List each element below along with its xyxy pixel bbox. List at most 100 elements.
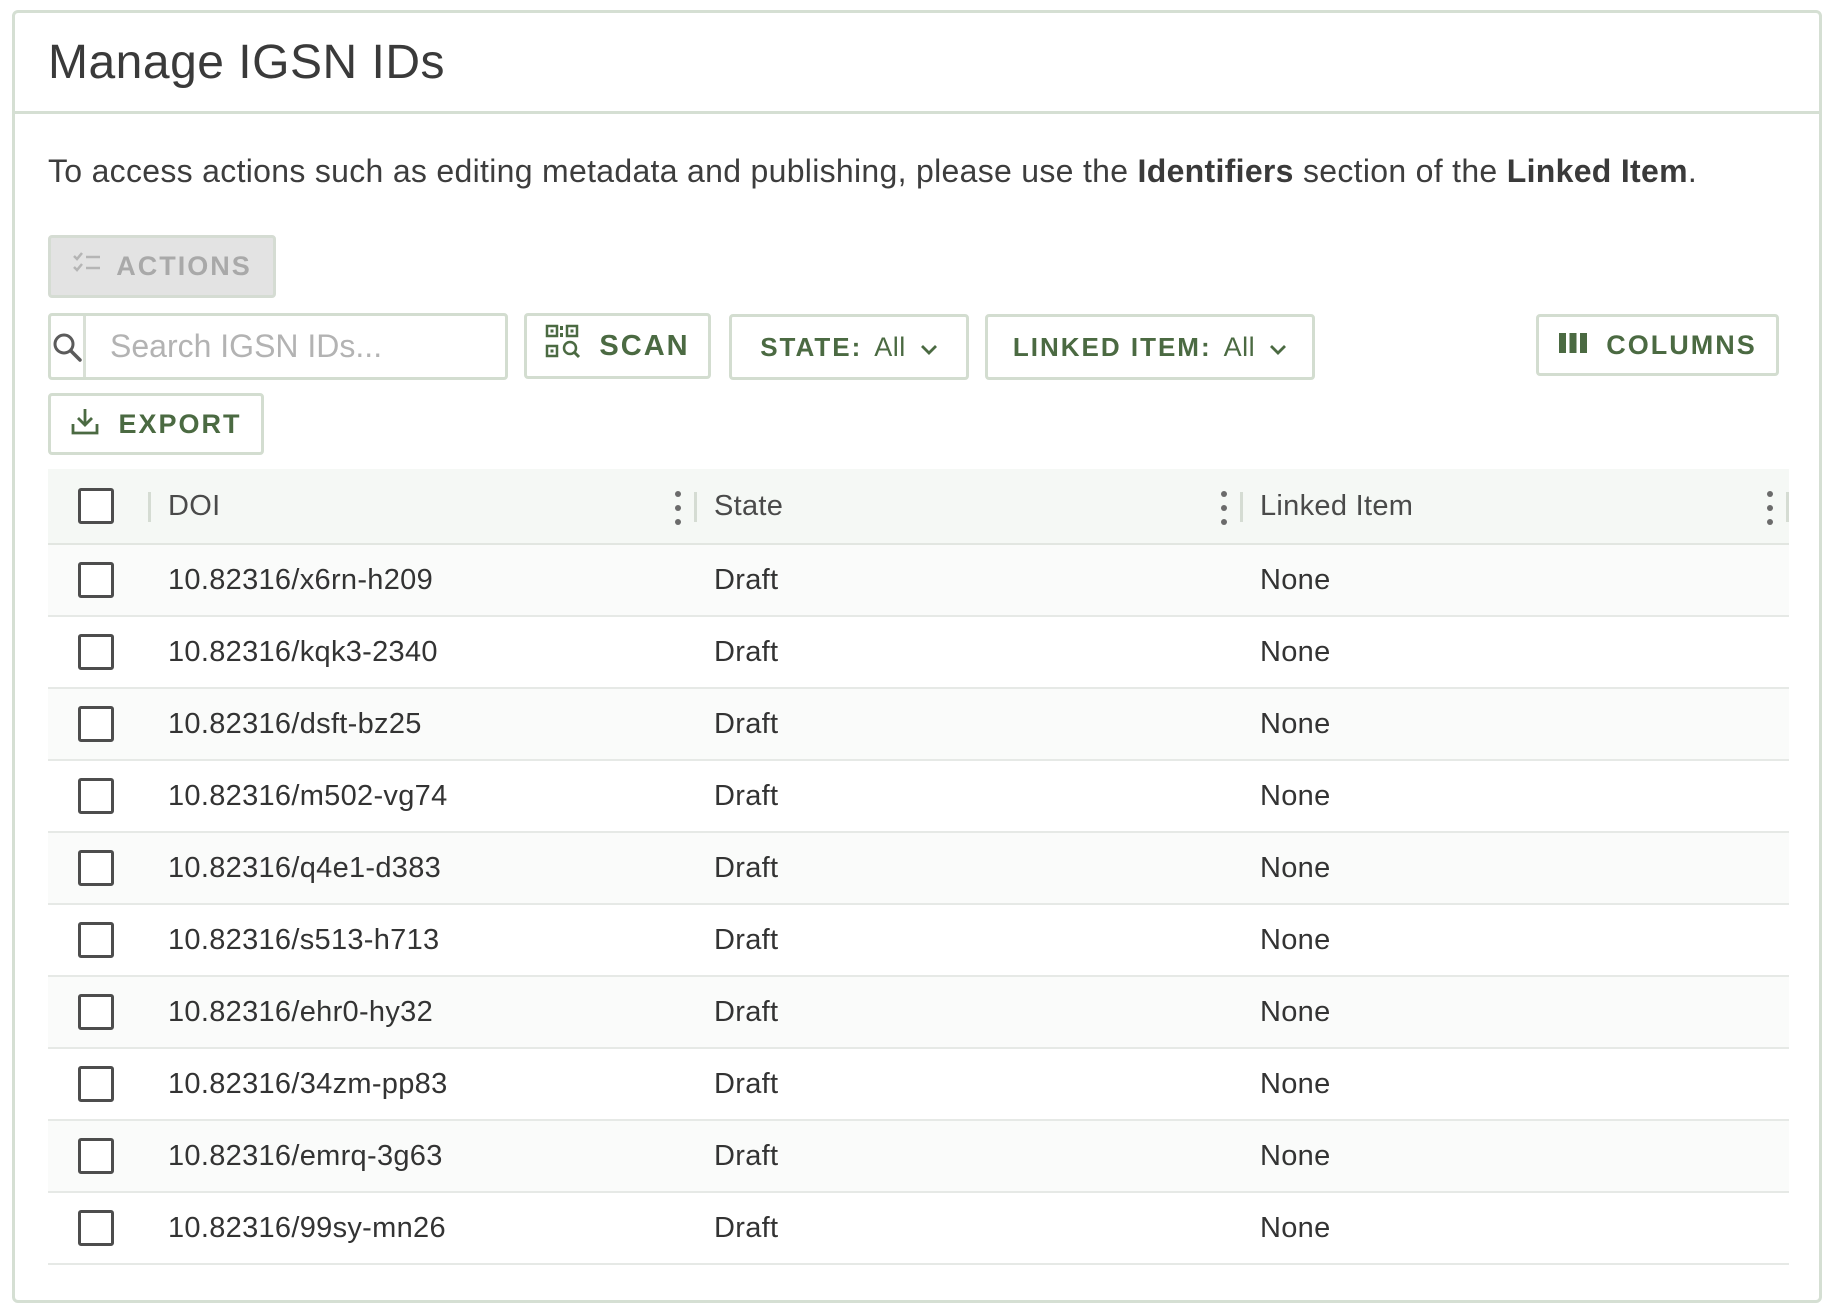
info-suffix: .: [1687, 153, 1698, 189]
info-identifiers: Identifiers: [1137, 153, 1294, 189]
state-filter-button[interactable]: State: All: [729, 314, 969, 380]
linked-item-cell: None: [1260, 851, 1331, 884]
grid-body: 10.82316/x6rn-h209 Draft None 10.82316/kqk3…: [48, 545, 1789, 1265]
row-select-cell: [78, 545, 116, 615]
table-row[interactable]: 10.82316/x6rn-h209 Draft None: [48, 545, 1789, 617]
table-row[interactable]: 10.82316/s513-h713 Draft None: [48, 905, 1789, 977]
row-checkbox[interactable]: [78, 1138, 114, 1174]
row-select-cell: [78, 1193, 116, 1263]
info-middle: section of the: [1293, 153, 1507, 189]
scan-button[interactable]: Scan: [524, 313, 711, 379]
linked-item-filter-label: Linked Item:: [1012, 331, 1212, 362]
table-row[interactable]: 10.82316/99sy-mn26 Draft None: [48, 1193, 1789, 1265]
igsn-panel: Manage IGSN IDs To access actions such a…: [12, 10, 1822, 1303]
info-text: To access actions such as editing metada…: [48, 153, 1697, 190]
linked-item-cell: None: [1260, 779, 1331, 812]
row-checkbox[interactable]: [78, 850, 114, 886]
linked-item-cell: None: [1260, 707, 1331, 740]
row-checkbox[interactable]: [78, 634, 114, 670]
state-cell: Draft: [714, 635, 779, 668]
linked-item-cell: None: [1260, 563, 1331, 596]
actions-button[interactable]: Actions: [48, 235, 276, 298]
state-cell: Draft: [714, 1211, 779, 1244]
linked-item-cell: None: [1260, 1067, 1331, 1100]
state-cell: Draft: [714, 707, 779, 740]
column-separator[interactable]: [1786, 492, 1789, 522]
doi-cell: 10.82316/kqk3-2340: [168, 635, 438, 668]
columns-label: Columns: [1606, 329, 1757, 360]
column-header-state[interactable]: State: [714, 469, 783, 543]
linked-item-cell: None: [1260, 923, 1331, 956]
state-cell: Draft: [714, 1067, 779, 1100]
state-cell: Draft: [714, 995, 779, 1028]
kebab-menu-icon[interactable]: [1760, 491, 1780, 525]
doi-cell: 10.82316/q4e1-d383: [168, 851, 442, 884]
scan-label: Scan: [599, 329, 690, 362]
row-select-cell: [78, 833, 116, 903]
doi-cell: 10.82316/m502-vg74: [168, 779, 448, 812]
table-row[interactable]: 10.82316/dsft-bz25 Draft None: [48, 689, 1789, 761]
chevron-down-icon: [920, 332, 938, 363]
state-filter-value: All: [874, 331, 906, 362]
column-separator[interactable]: [148, 492, 151, 522]
table-row[interactable]: 10.82316/ehr0-hy32 Draft None: [48, 977, 1789, 1049]
row-checkbox[interactable]: [78, 706, 114, 742]
row-select-cell: [78, 761, 116, 831]
page-title: Manage IGSN IDs: [48, 35, 445, 89]
state-cell: Draft: [714, 1139, 779, 1172]
search-icon: [51, 316, 86, 377]
chevron-down-icon: [1269, 332, 1287, 363]
info-linked-item: Linked Item: [1506, 153, 1688, 189]
panel-header: Manage IGSN IDs: [15, 13, 1819, 114]
column-separator[interactable]: [694, 492, 697, 522]
actions-label: Actions: [116, 251, 252, 281]
export-button[interactable]: Export: [48, 393, 264, 455]
column-separator[interactable]: [1240, 492, 1243, 522]
doi-cell: 10.82316/x6rn-h209: [168, 563, 433, 596]
linked-item-cell: None: [1260, 635, 1331, 668]
state-cell: Draft: [714, 923, 779, 956]
table-row[interactable]: 10.82316/m502-vg74 Draft None: [48, 761, 1789, 833]
linked-item-cell: None: [1260, 995, 1331, 1028]
kebab-menu-icon[interactable]: [1214, 491, 1234, 525]
doi-cell: 10.82316/dsft-bz25: [168, 707, 422, 740]
doi-cell: 10.82316/ehr0-hy32: [168, 995, 433, 1028]
row-checkbox[interactable]: [78, 562, 114, 598]
table-row[interactable]: 10.82316/kqk3-2340 Draft None: [48, 617, 1789, 689]
linked-item-cell: None: [1260, 1211, 1331, 1244]
state-cell: Draft: [714, 779, 779, 812]
row-select-cell: [78, 617, 116, 687]
search-input[interactable]: [86, 316, 530, 377]
qr-scan-icon: [545, 324, 581, 368]
igsn-data-grid: DOI State Linked Item 10.82316/x6rn-h209…: [48, 469, 1789, 1265]
select-all-cell: [78, 469, 116, 543]
row-checkbox[interactable]: [78, 922, 114, 958]
state-filter-label: State:: [760, 331, 863, 362]
columns-button[interactable]: Columns: [1536, 314, 1779, 376]
linked-item-cell: None: [1260, 1139, 1331, 1172]
row-checkbox[interactable]: [78, 1210, 114, 1246]
export-label: Export: [118, 408, 242, 439]
table-row[interactable]: 10.82316/q4e1-d383 Draft None: [48, 833, 1789, 905]
select-all-checkbox[interactable]: [78, 488, 114, 524]
column-header-doi[interactable]: DOI: [168, 469, 220, 543]
column-header-linked-item[interactable]: Linked Item: [1260, 469, 1413, 543]
row-checkbox[interactable]: [78, 1066, 114, 1102]
row-select-cell: [78, 905, 116, 975]
doi-cell: 10.82316/34zm-pp83: [168, 1067, 448, 1100]
table-row[interactable]: 10.82316/emrq-3g63 Draft None: [48, 1121, 1789, 1193]
linked-item-filter-button[interactable]: Linked Item: All: [985, 314, 1315, 380]
checklist-icon: [72, 251, 102, 282]
doi-cell: 10.82316/s513-h713: [168, 923, 440, 956]
row-select-cell: [78, 689, 116, 759]
state-cell: Draft: [714, 851, 779, 884]
state-cell: Draft: [714, 563, 779, 596]
kebab-menu-icon[interactable]: [668, 491, 688, 525]
row-select-cell: [78, 1049, 116, 1119]
table-row[interactable]: 10.82316/34zm-pp83 Draft None: [48, 1049, 1789, 1121]
doi-cell: 10.82316/99sy-mn26: [168, 1211, 446, 1244]
row-checkbox[interactable]: [78, 778, 114, 814]
row-checkbox[interactable]: [78, 994, 114, 1030]
grid-header-row: DOI State Linked Item: [48, 469, 1789, 545]
row-select-cell: [78, 1121, 116, 1191]
